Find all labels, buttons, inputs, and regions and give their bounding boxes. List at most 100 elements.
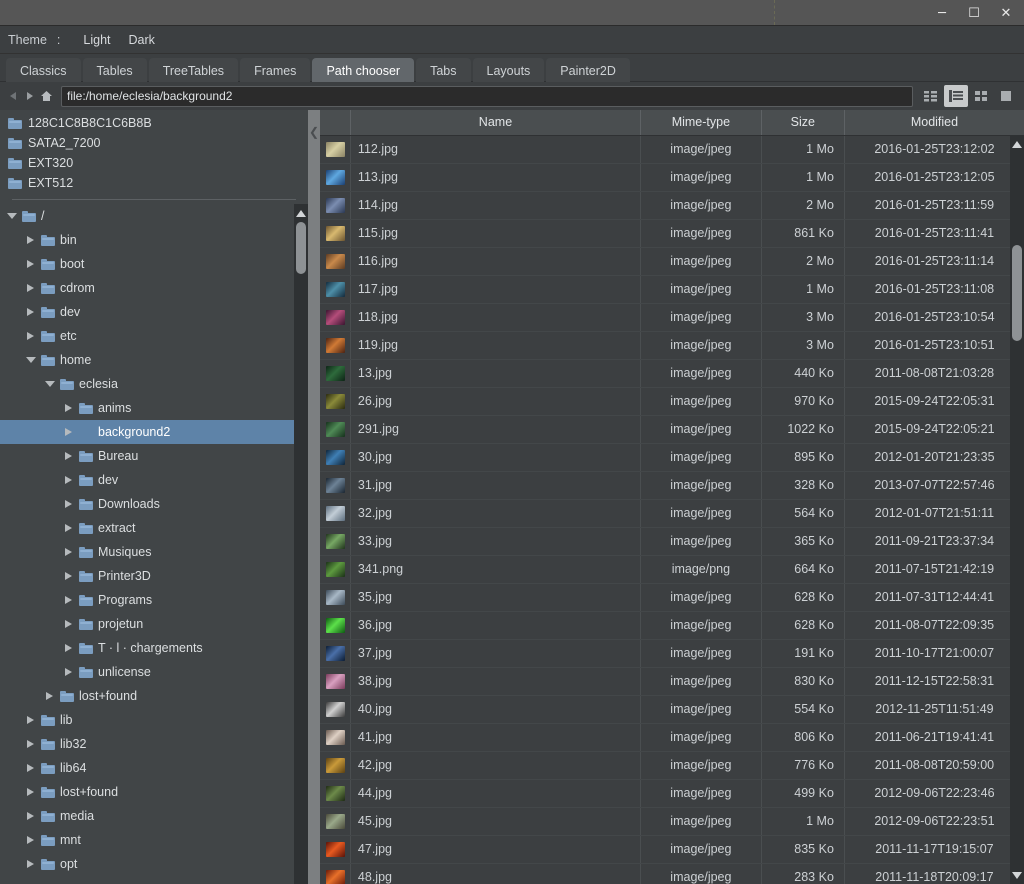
path-input[interactable] <box>61 85 913 107</box>
chevron-right-icon[interactable] <box>25 307 36 318</box>
chevron-down-icon[interactable] <box>25 355 36 366</box>
collapse-left-chevron-icon[interactable]: ❮ <box>309 126 319 138</box>
chevron-right-icon[interactable] <box>63 667 74 678</box>
table-row[interactable]: 33.jpg image/jpeg 365 Ko 2011-09-21T23:37:3… <box>320 527 1024 556</box>
place-item[interactable]: SATA2_7200 <box>0 133 308 153</box>
theme-option-light[interactable]: Light <box>74 30 119 50</box>
tree-item-opt[interactable]: opt <box>0 852 294 876</box>
close-icon[interactable]: ✕ <box>992 2 1020 24</box>
tree-item-cdrom[interactable]: cdrom <box>0 276 294 300</box>
sidebar-scroll-up-icon[interactable] <box>295 206 307 220</box>
chevron-right-icon[interactable] <box>25 283 36 294</box>
tab-layouts[interactable]: Layouts <box>472 58 545 82</box>
file-table-scrollbar-thumb[interactable] <box>1012 245 1022 341</box>
tab-classics[interactable]: Classics <box>6 58 81 82</box>
table-row[interactable]: 47.jpg image/jpeg 835 Ko 2011-11-17T19:15:0… <box>320 835 1024 864</box>
table-row[interactable]: 112.jpg image/jpeg 1 Mo 2016-01-25T23:12:02 <box>320 135 1024 164</box>
chevron-right-icon[interactable] <box>63 619 74 630</box>
tab-frames[interactable]: Frames <box>240 58 311 82</box>
back-arrow-icon[interactable] <box>4 85 21 107</box>
table-row[interactable]: 30.jpg image/jpeg 895 Ko 2012-01-20T21:23:3… <box>320 443 1024 472</box>
sidebar-scrollbar-thumb[interactable] <box>296 222 306 274</box>
tree-item-bin[interactable]: bin <box>0 228 294 252</box>
table-row[interactable]: 41.jpg image/jpeg 806 Ko 2011-06-21T19:41:4… <box>320 723 1024 752</box>
detail-list-view-icon[interactable] <box>944 85 968 107</box>
tree-item-lost-found[interactable]: lost+found <box>0 684 294 708</box>
table-row[interactable]: 291.jpg image/jpeg 1022 Ko 2015-09-24T22:05… <box>320 415 1024 444</box>
file-table-scrollbar[interactable] <box>1010 135 1024 884</box>
tree-item-background2[interactable]: background2 <box>0 420 294 444</box>
chevron-right-icon[interactable] <box>25 739 36 750</box>
chevron-right-icon[interactable] <box>63 427 74 438</box>
column-header-name[interactable]: Name <box>350 110 642 136</box>
tab-painter2d[interactable]: Painter2D <box>546 58 630 82</box>
home-icon[interactable] <box>38 85 55 107</box>
tab-tabs[interactable]: Tabs <box>416 58 471 82</box>
scroll-up-icon[interactable] <box>1011 137 1023 151</box>
tree-item-[interactable]: / <box>0 204 294 228</box>
tree-item-dev[interactable]: dev <box>0 468 294 492</box>
scroll-down-icon[interactable] <box>1011 868 1023 882</box>
large-icon-view-icon[interactable] <box>994 85 1018 107</box>
table-row[interactable]: 40.jpg image/jpeg 554 Ko 2012-11-25T11:51:4… <box>320 695 1024 724</box>
column-header-icon[interactable] <box>320 110 351 136</box>
table-row[interactable]: 118.jpg image/jpeg 3 Mo 2016-01-25T23:10:54 <box>320 303 1024 332</box>
tree-item-dev[interactable]: dev <box>0 300 294 324</box>
chevron-right-icon[interactable] <box>63 499 74 510</box>
table-row[interactable]: 48.jpg image/jpeg 283 Ko 2011-11-18T20:09:1… <box>320 863 1024 884</box>
tree-item-eclesia[interactable]: eclesia <box>0 372 294 396</box>
tree-item-etc[interactable]: etc <box>0 324 294 348</box>
chevron-right-icon[interactable] <box>25 715 36 726</box>
maximize-icon[interactable]: ☐ <box>960 2 988 24</box>
tab-tables[interactable]: Tables <box>82 58 147 82</box>
sidebar-scrollbar[interactable] <box>294 204 308 884</box>
tab-path-chooser[interactable]: Path chooser <box>312 58 415 82</box>
chevron-down-icon[interactable] <box>44 379 55 390</box>
table-row[interactable]: 119.jpg image/jpeg 3 Mo 2016-01-25T23:10:51 <box>320 331 1024 360</box>
chevron-right-icon[interactable] <box>25 763 36 774</box>
chevron-right-icon[interactable] <box>63 523 74 534</box>
chevron-right-icon[interactable] <box>63 451 74 462</box>
window-titlebar[interactable]: ─ ☐ ✕ <box>0 0 1024 26</box>
table-row[interactable]: 114.jpg image/jpeg 2 Mo 2016-01-25T23:11:59 <box>320 191 1024 220</box>
compact-list-view-icon[interactable] <box>919 85 943 107</box>
tree-item-anims[interactable]: anims <box>0 396 294 420</box>
tree-item-boot[interactable]: boot <box>0 252 294 276</box>
tree-item-lib[interactable]: lib <box>0 708 294 732</box>
tree-item-t-l-chargements[interactable]: T · l · chargements <box>0 636 294 660</box>
chevron-right-icon[interactable] <box>25 787 36 798</box>
chevron-right-icon[interactable] <box>44 691 55 702</box>
chevron-right-icon[interactable] <box>63 547 74 558</box>
tree-item-lib32[interactable]: lib32 <box>0 732 294 756</box>
tree-item-lost-found[interactable]: lost+found <box>0 780 294 804</box>
tree-item-downloads[interactable]: Downloads <box>0 492 294 516</box>
chevron-right-icon[interactable] <box>63 475 74 486</box>
table-row[interactable]: 116.jpg image/jpeg 2 Mo 2016-01-25T23:11:14 <box>320 247 1024 276</box>
split-divider[interactable]: ❮ <box>308 110 320 884</box>
chevron-right-icon[interactable] <box>25 859 36 870</box>
tree-item-lib64[interactable]: lib64 <box>0 756 294 780</box>
chevron-down-icon[interactable] <box>6 211 17 222</box>
place-item[interactable]: EXT320 <box>0 153 308 173</box>
tree-item-projetun[interactable]: projetun <box>0 612 294 636</box>
tree-item-bureau[interactable]: Bureau <box>0 444 294 468</box>
tree-item-programs[interactable]: Programs <box>0 588 294 612</box>
place-item[interactable]: 128C1C8B8C1C6B8B <box>0 113 308 133</box>
place-item[interactable]: EXT512 <box>0 173 308 193</box>
tree-item-extract[interactable]: extract <box>0 516 294 540</box>
tree-item-home[interactable]: home <box>0 348 294 372</box>
tree-item-unlicense[interactable]: unlicense <box>0 660 294 684</box>
chevron-right-icon[interactable] <box>63 571 74 582</box>
table-row[interactable]: 13.jpg image/jpeg 440 Ko 2011-08-08T21:03:2… <box>320 359 1024 388</box>
minimize-icon[interactable]: ─ <box>928 2 956 24</box>
table-row[interactable]: 31.jpg image/jpeg 328 Ko 2013-07-07T22:57:4… <box>320 471 1024 500</box>
forward-arrow-icon[interactable] <box>21 85 38 107</box>
chevron-right-icon[interactable] <box>25 331 36 342</box>
table-row[interactable]: 26.jpg image/jpeg 970 Ko 2015-09-24T22:05:3… <box>320 387 1024 416</box>
column-header-mime[interactable]: Mime-type <box>640 110 762 136</box>
chevron-right-icon[interactable] <box>25 835 36 846</box>
table-row[interactable]: 36.jpg image/jpeg 628 Ko 2011-08-07T22:09:3… <box>320 611 1024 640</box>
column-header-modified[interactable]: Modified <box>844 110 1024 136</box>
theme-option-dark[interactable]: Dark <box>120 30 164 50</box>
chevron-right-icon[interactable] <box>63 595 74 606</box>
